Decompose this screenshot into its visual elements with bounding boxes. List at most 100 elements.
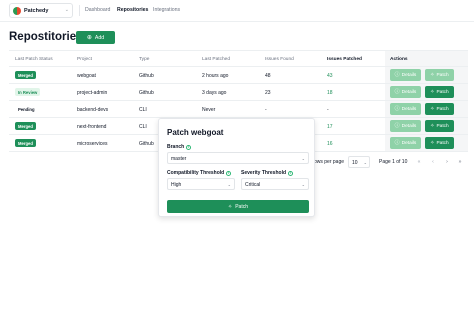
- details-button[interactable]: ⓘ Details: [390, 120, 421, 132]
- sparkle-icon: ✧: [228, 203, 233, 210]
- repo-type: CLI: [139, 124, 147, 130]
- project-name: microservices: [77, 141, 108, 147]
- project-name: next-frontend: [77, 124, 107, 130]
- status-badge: In Review: [15, 88, 41, 96]
- sparkle-icon: ✧: [430, 105, 435, 112]
- compat-label-text: Compatibility Threshold: [167, 170, 225, 176]
- popover-title: Patch webgoat: [167, 128, 224, 137]
- patch-popover: Patch webgoat Branch i master ⌄ Compatib…: [158, 118, 315, 217]
- patch-label: Patch: [436, 140, 449, 146]
- patch-label: Patch: [436, 123, 449, 129]
- chevron-down-icon: ⌄: [301, 156, 305, 161]
- last-page-button[interactable]: »: [455, 157, 465, 167]
- status-badge: Pending: [18, 106, 35, 112]
- nav-integrations[interactable]: Integrations: [153, 7, 180, 13]
- compatibility-threshold-select[interactable]: High ⌄: [167, 178, 235, 190]
- col-actions: Actions: [390, 57, 408, 62]
- chevron-down-icon: ⌄: [301, 182, 305, 187]
- table-row: Merged webgoat Github 2 hours ago 48 43 …: [9, 67, 468, 84]
- chevron-down-icon: ⌄: [227, 182, 231, 187]
- next-page-button[interactable]: ›: [442, 157, 452, 167]
- details-button[interactable]: ⓘ Details: [390, 86, 421, 98]
- info-circle-icon: ⓘ: [394, 71, 400, 78]
- page-indicator: Page 1 of 10: [379, 159, 408, 165]
- first-page-button[interactable]: «: [414, 157, 424, 167]
- sparkle-icon: ✧: [430, 71, 435, 78]
- patchedy-logo-icon: [13, 6, 21, 15]
- project-name: webgoat: [77, 73, 96, 79]
- info-circle-icon: ⓘ: [394, 105, 400, 112]
- repo-type: Github: [139, 73, 154, 79]
- patch-button[interactable]: ✧ Patch: [425, 137, 454, 149]
- details-button[interactable]: ⓘ Details: [390, 103, 421, 115]
- rows-per-page-select[interactable]: 10 ⌄: [348, 156, 370, 168]
- table-row: In Review project-admin Github 3 days ag…: [9, 84, 468, 101]
- repo-type: CLI: [139, 107, 147, 113]
- details-label: Details: [401, 123, 417, 129]
- info-icon[interactable]: i: [288, 170, 294, 176]
- patch-label: Patch: [436, 72, 449, 78]
- issues-found: 23: [265, 90, 271, 96]
- issues-patched: 43: [327, 73, 333, 79]
- severity-value: Critical: [245, 182, 261, 188]
- info-icon[interactable]: i: [226, 170, 232, 176]
- project-name: project-admin: [77, 90, 108, 96]
- org-name: Patchedy: [24, 7, 49, 14]
- nav-dashboard[interactable]: Dashboard: [85, 7, 110, 13]
- col-issues-patched[interactable]: Issues Patched: [327, 57, 362, 62]
- branch-select[interactable]: master ⌄: [167, 152, 309, 164]
- rows-per-page-label: ows per page: [314, 159, 345, 165]
- org-switcher[interactable]: Patchedy ⌄: [9, 3, 73, 18]
- nav-divider: [79, 5, 80, 16]
- details-button[interactable]: ⓘ Details: [390, 137, 421, 149]
- info-icon[interactable]: i: [186, 144, 192, 150]
- status-badge: Merged: [15, 122, 36, 130]
- details-button[interactable]: ⓘ Details: [390, 69, 421, 81]
- chevron-down-icon: ⌄: [363, 160, 367, 165]
- last-patched: 2 hours ago: [202, 73, 229, 79]
- nav-repositories[interactable]: Repositories: [117, 7, 148, 13]
- issues-patched: -: [327, 107, 329, 113]
- severity-label-text: Severity Threshold: [241, 170, 287, 176]
- patch-label: Patch: [436, 106, 449, 112]
- compat-value: High: [171, 182, 182, 188]
- patch-button[interactable]: ✧ Patch: [425, 69, 454, 81]
- info-circle-icon: ⓘ: [394, 122, 400, 129]
- popover-patch-label: Patch: [235, 203, 248, 210]
- issues-found: -: [265, 107, 267, 113]
- info-circle-icon: ⓘ: [394, 139, 400, 146]
- table-row: Pending backend-devs CLI Never - - ⓘ Det…: [9, 101, 468, 118]
- col-project: Project: [77, 57, 92, 62]
- page-title: Repostitories: [9, 31, 83, 43]
- patch-button[interactable]: ✧ Patch: [425, 86, 454, 98]
- branch-value: master: [171, 156, 187, 162]
- patch-button[interactable]: ✧ Patch: [425, 120, 454, 132]
- sparkle-icon: ✧: [430, 139, 435, 146]
- status-badge: Merged: [15, 139, 36, 147]
- popover-patch-button[interactable]: ✧ Patch: [167, 200, 309, 213]
- issues-patched: 17: [327, 124, 333, 130]
- sparkle-icon: ✧: [430, 88, 435, 95]
- chevron-updown-icon: ⌄: [64, 7, 69, 13]
- add-repository-button[interactable]: ⊕ Add: [76, 31, 115, 44]
- branch-label: Branch i: [167, 144, 192, 150]
- branch-label-text: Branch: [167, 144, 185, 150]
- issues-found: 48: [265, 73, 271, 79]
- status-badge: Merged: [15, 71, 36, 79]
- repo-type: Github: [139, 141, 154, 147]
- compatibility-threshold-label: Compatibility Threshold i: [167, 170, 232, 176]
- details-label: Details: [401, 72, 417, 78]
- last-patched: 3 days ago: [202, 90, 227, 96]
- prev-page-button[interactable]: ‹: [428, 157, 438, 167]
- issues-patched: 16: [327, 141, 333, 147]
- issues-patched: 18: [327, 90, 333, 96]
- table-header: Last Patch Status Project Type Last Patc…: [9, 50, 468, 67]
- details-label: Details: [401, 89, 417, 95]
- severity-threshold-select[interactable]: Critical ⌄: [241, 178, 309, 190]
- col-last-patch-status: Last Patch Status: [15, 57, 53, 62]
- add-button-label: Add: [94, 34, 105, 41]
- project-name: backend-devs: [77, 107, 109, 113]
- patch-button[interactable]: ✧ Patch: [425, 103, 454, 115]
- plus-icon: ⊕: [86, 34, 92, 41]
- col-issues-found: Issues Found: [265, 57, 294, 62]
